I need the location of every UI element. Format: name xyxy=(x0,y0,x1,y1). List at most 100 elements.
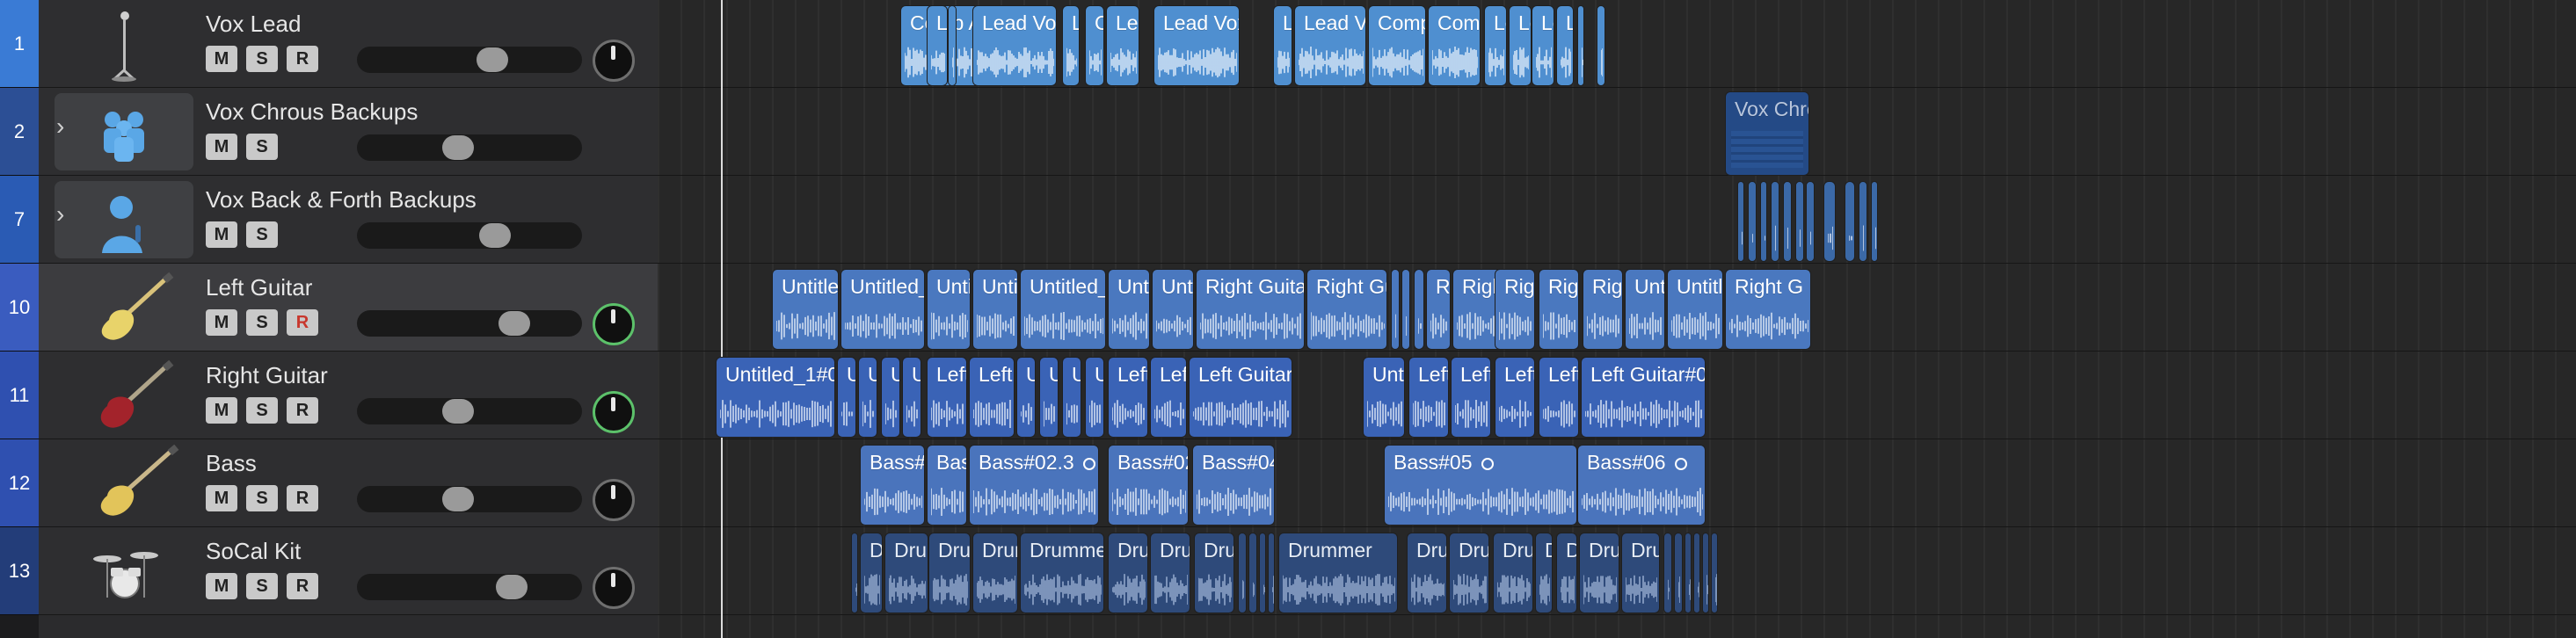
region[interactable]: Drumm xyxy=(972,533,1018,613)
region[interactable]: Drumm xyxy=(1108,533,1148,613)
mute-button[interactable]: M xyxy=(206,309,237,336)
volume-slider[interactable] xyxy=(357,134,582,161)
volume-slider-thumb[interactable] xyxy=(442,487,474,511)
track-number[interactable]: 7 xyxy=(0,176,39,264)
region[interactable]: Drumm xyxy=(1407,533,1447,613)
region[interactable] xyxy=(1760,181,1767,262)
region[interactable]: Left Gu xyxy=(1539,357,1579,438)
mute-button[interactable]: M xyxy=(206,134,237,160)
region[interactable]: Untitled_3#01.1 xyxy=(840,269,925,350)
solo-button[interactable]: S xyxy=(246,46,278,72)
region[interactable]: Rig xyxy=(1426,269,1451,350)
region[interactable]: Lead xyxy=(1106,5,1139,86)
region[interactable]: Left Gui xyxy=(927,357,967,438)
volume-slider-thumb[interactable] xyxy=(498,311,530,336)
region[interactable]: Left Gu xyxy=(1495,357,1535,438)
region[interactable]: Dr xyxy=(1535,533,1553,613)
region[interactable] xyxy=(1871,181,1878,262)
region[interactable] xyxy=(1414,269,1424,350)
region[interactable]: Right Guit xyxy=(1306,269,1387,350)
track-header-bass[interactable]: Bass M S R xyxy=(39,439,658,527)
region[interactable]: Le xyxy=(1509,5,1532,86)
region[interactable] xyxy=(1737,181,1744,262)
region[interactable]: Bass#04 xyxy=(1192,445,1275,526)
mute-button[interactable]: M xyxy=(206,221,237,248)
region[interactable]: Left G xyxy=(1150,357,1187,438)
track-name[interactable]: SoCal Kit xyxy=(206,538,301,565)
region[interactable] xyxy=(1783,181,1792,262)
region[interactable]: Untitled xyxy=(972,269,1018,350)
mute-button[interactable]: M xyxy=(206,46,237,72)
region[interactable]: Lead Vox#4 xyxy=(1294,5,1366,86)
region[interactable]: Dr xyxy=(1556,533,1577,613)
region[interactable]: Un xyxy=(1062,357,1081,438)
region[interactable] xyxy=(1702,533,1709,613)
region[interactable] xyxy=(1859,181,1867,262)
region[interactable]: Bass#02.3 xyxy=(969,445,1099,526)
pan-knob[interactable] xyxy=(593,303,635,345)
region[interactable]: Right Guitar#05 xyxy=(1196,269,1305,350)
track-number[interactable]: 10 xyxy=(0,264,39,352)
region[interactable]: C xyxy=(1085,5,1104,86)
region[interactable]: Untitled_1#02.16 xyxy=(716,357,835,438)
region[interactable] xyxy=(1795,181,1804,262)
region[interactable] xyxy=(1845,181,1855,262)
region[interactable]: Comp xyxy=(1428,5,1481,86)
region[interactable]: Drumm xyxy=(1150,533,1190,613)
record-enable-button[interactable]: R xyxy=(287,46,318,72)
region[interactable] xyxy=(1674,533,1683,613)
region[interactable]: Left Gui xyxy=(969,357,1015,438)
region[interactable]: Un xyxy=(1085,357,1104,438)
region[interactable]: Untitled_3 xyxy=(1667,269,1723,350)
pan-knob[interactable] xyxy=(593,40,635,82)
region[interactable]: Dr xyxy=(860,533,883,613)
volume-slider[interactable] xyxy=(357,222,582,249)
region[interactable]: Untitled_3#01.1 xyxy=(1020,269,1106,350)
region[interactable]: L xyxy=(1556,5,1574,86)
region[interactable]: Drumm xyxy=(928,533,971,613)
record-enable-button[interactable]: R xyxy=(287,485,318,511)
region[interactable]: Le xyxy=(1484,5,1507,86)
region[interactable]: Un xyxy=(1039,357,1059,438)
record-enable-button[interactable]: R xyxy=(287,397,318,424)
solo-button[interactable]: S xyxy=(246,309,278,336)
solo-button[interactable]: S xyxy=(246,134,278,160)
region[interactable] xyxy=(1771,181,1779,262)
region[interactable]: Bass#05 xyxy=(1384,445,1577,526)
region[interactable]: Drumm xyxy=(1579,533,1619,613)
region[interactable]: Drumm xyxy=(1449,533,1489,613)
region[interactable]: Untitle xyxy=(1152,269,1194,350)
region[interactable]: Bass#02.6 xyxy=(1108,445,1189,526)
region[interactable]: Vox Chrous Bac xyxy=(1725,91,1809,176)
volume-slider-thumb[interactable] xyxy=(477,47,508,72)
pan-knob[interactable] xyxy=(593,567,635,609)
solo-button[interactable]: S xyxy=(246,221,278,248)
region[interactable] xyxy=(1748,181,1757,262)
playhead[interactable] xyxy=(721,0,723,638)
track-header-vox-back-and-forth[interactable]: › Vox Back & Forth Backups M S xyxy=(39,176,658,264)
region[interactable]: Un xyxy=(1016,357,1036,438)
region[interactable]: Bass#01 xyxy=(860,445,925,526)
volume-slider[interactable] xyxy=(357,398,582,424)
track-number[interactable]: 11 xyxy=(0,352,39,439)
region[interactable]: Le xyxy=(1062,5,1080,86)
region[interactable]: Right G xyxy=(1725,269,1811,350)
region[interactable]: Drum xyxy=(1621,533,1660,613)
region[interactable]: Bass#06 xyxy=(1577,445,1706,526)
region[interactable]: Drummer xyxy=(1278,533,1398,613)
solo-button[interactable]: S xyxy=(246,485,278,511)
region[interactable]: Drumm xyxy=(1194,533,1234,613)
track-number[interactable]: 1 xyxy=(0,0,39,88)
volume-slider[interactable] xyxy=(357,47,582,73)
track-number[interactable]: 13 xyxy=(0,527,39,615)
region[interactable] xyxy=(1711,533,1718,613)
record-enable-button[interactable]: R xyxy=(287,309,318,336)
region[interactable] xyxy=(948,5,957,86)
volume-slider[interactable] xyxy=(357,574,582,600)
tracks-area[interactable]: Comp ALeLead VoxLeCLeadLead VoxLeLead Vo… xyxy=(658,0,2576,638)
pan-knob[interactable] xyxy=(593,391,635,433)
region[interactable] xyxy=(1248,533,1257,613)
folder-disclosure-chevron-icon[interactable]: › xyxy=(56,112,64,141)
region[interactable]: Untitled xyxy=(927,269,971,350)
track-name[interactable]: Bass xyxy=(206,450,257,477)
